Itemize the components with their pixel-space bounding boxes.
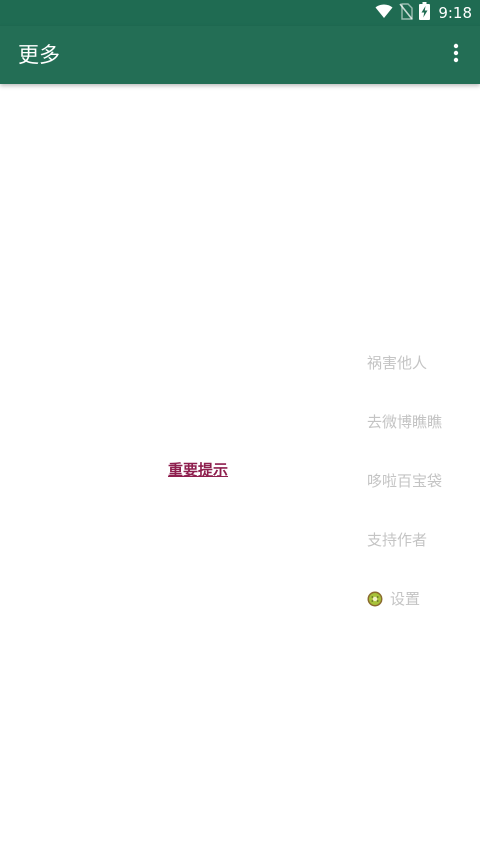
menu-item-label: 哆啦百宝袋 bbox=[367, 472, 443, 490]
no-sim-icon bbox=[399, 2, 414, 24]
important-notice-link[interactable]: 重要提示 bbox=[168, 460, 228, 480]
menu-item-support-author[interactable]: 支持作者 bbox=[367, 510, 442, 569]
battery-charging-icon bbox=[419, 2, 431, 24]
menu-item-weibo[interactable]: 去微博瞧瞧 bbox=[367, 392, 442, 451]
menu-item-label: 祸害他人 bbox=[367, 354, 428, 372]
side-menu: 祸害他人 去微博瞧瞧 哆啦百宝袋 支持作者 设置 bbox=[367, 333, 442, 628]
overflow-menu-button[interactable] bbox=[442, 41, 470, 69]
menu-item-label: 去微博瞧瞧 bbox=[367, 413, 443, 431]
menu-item-label: 设置 bbox=[390, 590, 421, 608]
menu-item-settings[interactable]: 设置 bbox=[367, 569, 442, 628]
page-title: 更多 bbox=[18, 43, 60, 67]
status-icons: 9:18 bbox=[375, 2, 472, 24]
menu-item-label: 支持作者 bbox=[367, 531, 428, 549]
menu-item-harm-others[interactable]: 祸害他人 bbox=[367, 333, 442, 392]
app-bar: 更多 bbox=[0, 26, 480, 84]
kiwi-icon bbox=[367, 591, 383, 607]
status-time: 9:18 bbox=[438, 4, 472, 22]
status-bar: 9:18 bbox=[0, 0, 480, 26]
wifi-icon bbox=[375, 3, 393, 23]
menu-item-doraemon-pocket[interactable]: 哆啦百宝袋 bbox=[367, 451, 442, 510]
more-vert-icon bbox=[453, 43, 459, 67]
